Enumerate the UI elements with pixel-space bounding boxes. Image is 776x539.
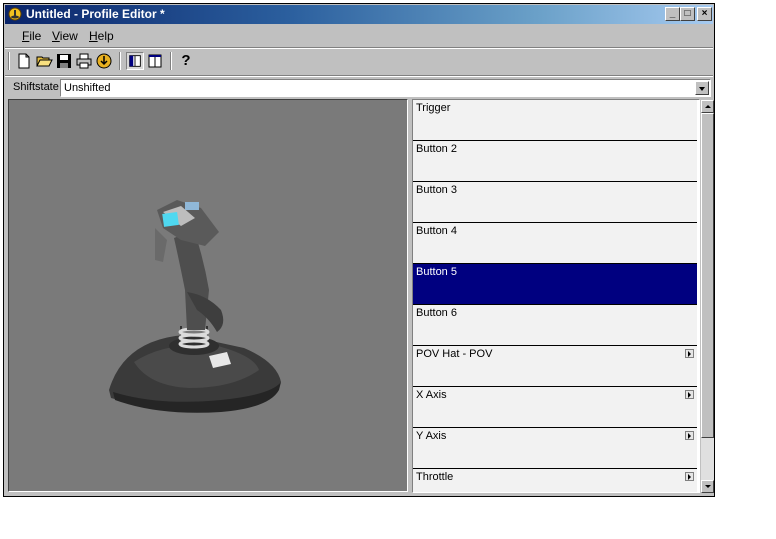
control-row[interactable]: Button 5 bbox=[413, 264, 697, 305]
toolbar: ? bbox=[5, 49, 713, 75]
control-row-label: Button 6 bbox=[416, 307, 457, 319]
toolbar-separator-2 bbox=[170, 52, 172, 70]
control-row-label: Y Axis bbox=[416, 430, 447, 442]
menu-view-rest: iew bbox=[59, 29, 78, 43]
control-row-label: Trigger bbox=[416, 102, 451, 114]
control-row[interactable]: Trigger bbox=[413, 100, 697, 141]
toolbar-separator bbox=[5, 75, 713, 77]
controls-list[interactable]: Trigger Button 2 Button 3 Button 4 Button 5 B… bbox=[412, 99, 700, 493]
open-folder-icon[interactable] bbox=[35, 52, 53, 70]
control-row-label: Button 2 bbox=[416, 143, 457, 155]
scroll-up-icon[interactable] bbox=[701, 100, 714, 113]
control-row-label: Button 5 bbox=[416, 266, 457, 278]
controls-list-scrollbar[interactable] bbox=[701, 100, 714, 493]
control-row[interactable]: POV Hat - POV bbox=[413, 346, 697, 387]
joystick-app-icon bbox=[8, 7, 22, 21]
scrollbar-thumb[interactable] bbox=[701, 113, 714, 438]
control-row[interactable]: X Axis bbox=[413, 387, 697, 428]
chevron-right-icon[interactable] bbox=[685, 472, 694, 481]
control-row[interactable]: Button 3 bbox=[413, 182, 697, 223]
chevron-right-icon[interactable] bbox=[685, 349, 694, 358]
menu-bar: File View Help bbox=[5, 26, 713, 46]
control-row-label: Button 4 bbox=[416, 225, 457, 237]
menu-help-rest: elp bbox=[97, 29, 114, 43]
control-row[interactable]: Button 2 bbox=[413, 141, 697, 182]
control-row[interactable]: Y Axis bbox=[413, 428, 697, 469]
control-row[interactable]: Button 6 bbox=[413, 305, 697, 346]
help-icon[interactable]: ? bbox=[177, 52, 195, 70]
maximize-button[interactable]: □ bbox=[680, 7, 695, 21]
toolbar-grip bbox=[8, 52, 10, 70]
new-document-icon[interactable] bbox=[15, 52, 33, 70]
menu-file-rest: ile bbox=[29, 29, 42, 43]
chevron-right-icon[interactable] bbox=[685, 390, 694, 399]
download-profile-icon[interactable] bbox=[95, 52, 113, 70]
close-button[interactable]: × bbox=[697, 7, 712, 21]
menu-view-key: V bbox=[52, 29, 60, 43]
control-row[interactable]: Button 4 bbox=[413, 223, 697, 264]
save-icon[interactable] bbox=[55, 52, 73, 70]
profile-editor-window: Untitled - Profile Editor * _ □ × File V… bbox=[3, 3, 715, 497]
minimize-button[interactable]: _ bbox=[665, 7, 680, 21]
control-row[interactable]: Throttle bbox=[413, 469, 697, 492]
joystick-3d-viewport[interactable] bbox=[8, 99, 408, 492]
control-row-label: POV Hat - POV bbox=[416, 348, 493, 360]
menu-help[interactable]: Help bbox=[89, 29, 114, 43]
scroll-down-icon[interactable] bbox=[701, 480, 714, 493]
chevron-down-icon[interactable] bbox=[695, 81, 709, 95]
joystick-model bbox=[109, 200, 281, 413]
single-view-icon[interactable] bbox=[146, 52, 164, 70]
print-icon[interactable] bbox=[75, 52, 93, 70]
split-view-icon[interactable] bbox=[126, 52, 144, 70]
window-title: Untitled - Profile Editor * bbox=[26, 7, 165, 21]
shiftstate-label: Shiftstate bbox=[13, 81, 59, 93]
shiftstate-dropdown[interactable]: Unshifted bbox=[60, 79, 711, 97]
title-bar[interactable]: Untitled - Profile Editor * _ □ × bbox=[5, 5, 713, 24]
toolbar-separator-1 bbox=[119, 52, 121, 70]
control-row-label: X Axis bbox=[416, 389, 447, 401]
chevron-right-icon[interactable] bbox=[685, 431, 694, 440]
menu-help-key: H bbox=[89, 29, 98, 43]
control-row-label: Throttle bbox=[416, 471, 454, 483]
menu-file[interactable]: File bbox=[22, 29, 41, 43]
control-row-label: Button 3 bbox=[416, 184, 457, 196]
shiftstate-value: Unshifted bbox=[64, 82, 111, 94]
menu-view[interactable]: View bbox=[52, 29, 78, 43]
